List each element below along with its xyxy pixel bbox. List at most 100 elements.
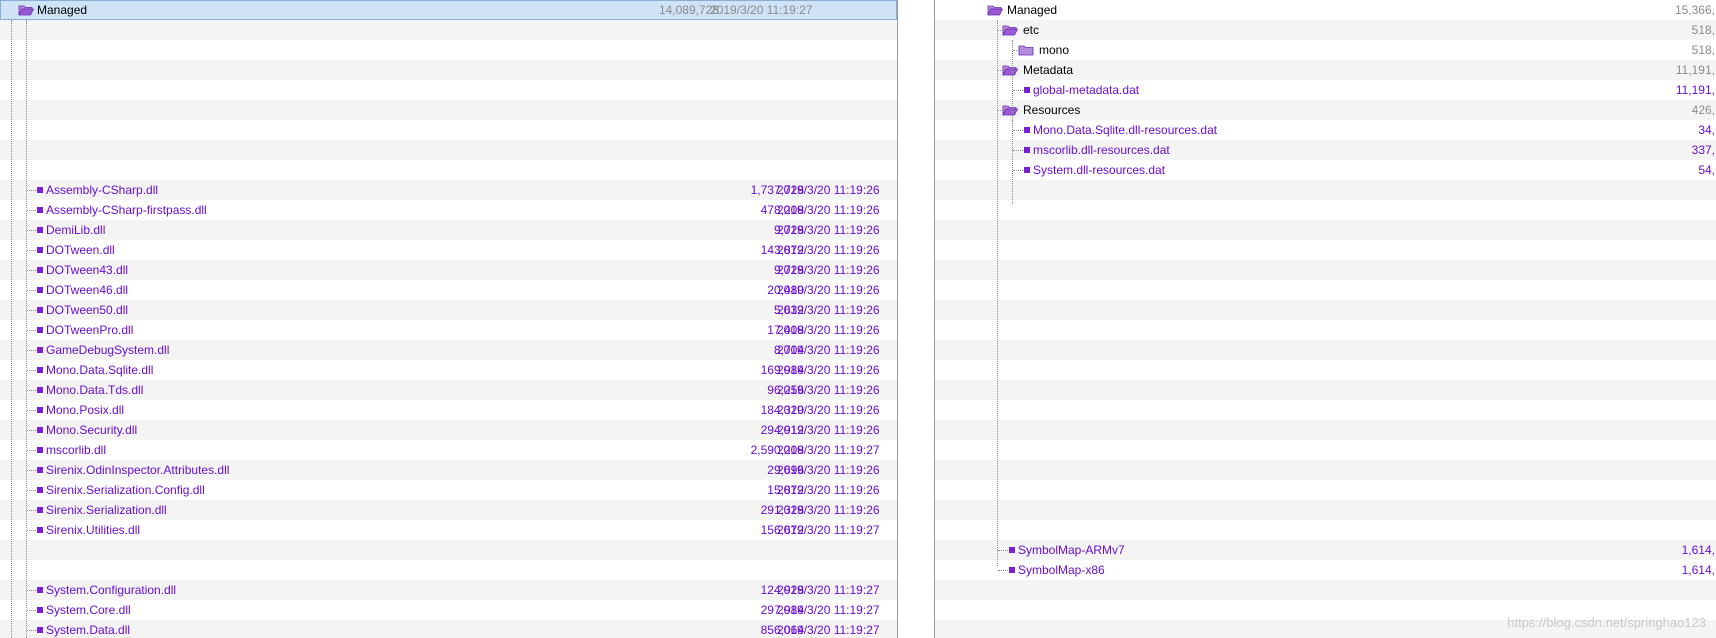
folder-row-managed[interactable]: Managed 15,366, <box>935 0 1716 20</box>
file-row[interactable]: GameDebugSystem.dll 8,704 2019/3/20 11:19:… <box>0 340 897 360</box>
folder-size: 11,191, <box>1675 63 1715 77</box>
file-size: 337, <box>1691 143 1715 157</box>
file-size: 34, <box>1698 123 1715 137</box>
folder-row-resources[interactable]: Resources 426, <box>935 100 1716 120</box>
file-row[interactable]: Assembly-CSharp.dll 1,737,728 2019/3/20 11… <box>0 180 897 200</box>
folder-open-icon <box>1002 25 1018 36</box>
file-name: Sirenix.Serialization.Config.dll <box>46 483 205 497</box>
file-icon <box>37 367 43 373</box>
file-name: Mono.Data.Sqlite.dll <box>46 363 154 377</box>
empty-row <box>935 420 1716 440</box>
file-name: Sirenix.Utilities.dll <box>46 523 141 537</box>
folder-name: Managed <box>37 3 88 17</box>
tree-line <box>27 590 36 591</box>
file-name: global-metadata.dat <box>1033 83 1140 97</box>
file-name: System.dll-resources.dat <box>1033 163 1166 177</box>
file-icon <box>37 427 43 433</box>
tree-line <box>998 70 1003 71</box>
tree-line <box>997 20 998 566</box>
file-name: DOTween50.dll <box>46 303 129 317</box>
file-row[interactable]: Mono.Security.dll 294,912 2019/3/20 11:19:… <box>0 420 897 440</box>
right-file-list[interactable]: Managed 15,366, etc 518, mono 518, Metad… <box>934 0 1716 638</box>
empty-row <box>935 300 1716 320</box>
tree-line <box>27 250 36 251</box>
file-row[interactable]: System.Data.dll 856,064 2019/3/20 11:19:27 <box>0 620 897 638</box>
empty-row <box>935 200 1716 220</box>
file-icon <box>37 487 43 493</box>
folder-size: 15,366, <box>1674 3 1715 17</box>
empty-row <box>0 140 897 160</box>
file-icon <box>37 347 43 353</box>
file-row[interactable]: SymbolMap-ARMv7 1,614, <box>935 540 1716 560</box>
tree-line <box>1013 150 1023 151</box>
file-row[interactable]: Sirenix.Utilities.dll 156,672 2019/3/20 11… <box>0 520 897 540</box>
file-row[interactable]: DOTween50.dll 5,632 2019/3/20 11:19:26 <box>0 300 897 320</box>
file-row[interactable]: Sirenix.Serialization.Config.dll 15,872 20… <box>0 480 897 500</box>
file-row[interactable]: Sirenix.Serialization.dll 291,328 2019/3/2… <box>0 500 897 520</box>
file-row[interactable]: DOTween46.dll 20,480 2019/3/20 11:19:26 <box>0 280 897 300</box>
file-name: mscorlib.dll <box>46 443 107 457</box>
file-row[interactable]: DemiLib.dll 9,728 2019/3/20 11:19:26 <box>0 220 897 240</box>
file-row[interactable]: System.Configuration.dll 124,928 2019/3/20… <box>0 580 897 600</box>
file-date: 2019/3/20 11:19:27 <box>777 523 880 537</box>
tree-line <box>27 350 36 351</box>
empty-row <box>935 240 1716 260</box>
file-date: 2019/3/20 11:19:26 <box>777 243 880 257</box>
file-row[interactable]: Sirenix.OdinInspector.Attributes.dll 29,6… <box>0 460 897 480</box>
file-row[interactable]: Assembly-CSharp-firstpass.dll 478,208 2019… <box>0 200 897 220</box>
file-row[interactable]: SymbolMap-x86 1,614, <box>935 560 1716 580</box>
folder-name: Resources <box>1023 103 1081 117</box>
tree-line <box>27 310 36 311</box>
file-date: 2019/3/20 11:19:26 <box>777 483 880 497</box>
folder-row-mono[interactable]: mono 518, <box>935 40 1716 60</box>
empty-row <box>935 580 1716 600</box>
file-row[interactable]: Mono.Posix.dll 184,320 2019/3/20 11:19:26 <box>0 400 897 420</box>
file-name: Sirenix.OdinInspector.Attributes.dll <box>46 463 230 477</box>
file-icon <box>1024 167 1030 173</box>
file-row[interactable]: DOTweenPro.dll 17,408 2019/3/20 11:19:26 <box>0 320 897 340</box>
file-icon <box>1024 87 1030 93</box>
file-row[interactable]: DOTween.dll 143,872 2019/3/20 11:19:26 <box>0 240 897 260</box>
file-row[interactable]: Mono.Data.Tds.dll 96,256 2019/3/20 11:19:2… <box>0 380 897 400</box>
folder-icon <box>1018 45 1034 56</box>
folder-row-metadata[interactable]: Metadata 11,191, <box>935 60 1716 80</box>
tree-line <box>27 630 36 631</box>
file-date: 2019/3/20 11:19:26 <box>777 223 880 237</box>
folder-name: Managed <box>1007 3 1058 17</box>
file-row[interactable]: DOTween43.dll 9,728 2019/3/20 11:19:26 <box>0 260 897 280</box>
left-file-list[interactable]: Managed 14,089,728 2019/3/20 11:19:27 As… <box>0 0 898 638</box>
file-row[interactable]: Mono.Data.Sqlite.dll-resources.dat 34, <box>935 120 1716 140</box>
tree-line <box>27 230 36 231</box>
file-name: DOTweenPro.dll <box>46 323 134 337</box>
file-icon <box>1024 147 1030 153</box>
file-row[interactable]: Mono.Data.Sqlite.dll 169,984 2019/3/20 11:… <box>0 360 897 380</box>
tree-line <box>27 370 36 371</box>
empty-row <box>935 340 1716 360</box>
file-name: Assembly-CSharp.dll <box>46 183 159 197</box>
empty-row <box>0 80 897 100</box>
file-name: DOTween.dll <box>46 243 115 257</box>
file-icon <box>37 587 43 593</box>
empty-row <box>0 540 897 560</box>
empty-row <box>0 100 897 120</box>
tree-line <box>998 550 1008 551</box>
file-row[interactable]: System.dll-resources.dat 54, <box>935 160 1716 180</box>
file-row[interactable]: mscorlib.dll-resources.dat 337, <box>935 140 1716 160</box>
tree-line <box>27 530 36 531</box>
file-icon <box>37 187 43 193</box>
file-icon <box>37 507 43 513</box>
file-name: Mono.Data.Sqlite.dll-resources.dat <box>1033 123 1218 137</box>
file-name: System.Core.dll <box>46 603 131 617</box>
tree-line <box>27 290 36 291</box>
empty-row <box>935 260 1716 280</box>
file-name: SymbolMap-ARMv7 <box>1018 543 1125 557</box>
folder-row-etc[interactable]: etc 518, <box>935 20 1716 40</box>
tree-line <box>27 210 36 211</box>
file-name: DemiLib.dll <box>46 223 106 237</box>
tree-line <box>27 430 36 431</box>
file-name: Mono.Data.Tds.dll <box>46 383 144 397</box>
folder-row-managed[interactable]: Managed 14,089,728 2019/3/20 11:19:27 <box>0 0 897 20</box>
file-row-global-metadata[interactable]: global-metadata.dat 11,191, <box>935 80 1716 100</box>
file-row[interactable]: System.Core.dll 297,984 2019/3/20 11:19:27 <box>0 600 897 620</box>
file-row[interactable]: mscorlib.dll 2,590,208 2019/3/20 11:19:27 <box>0 440 897 460</box>
